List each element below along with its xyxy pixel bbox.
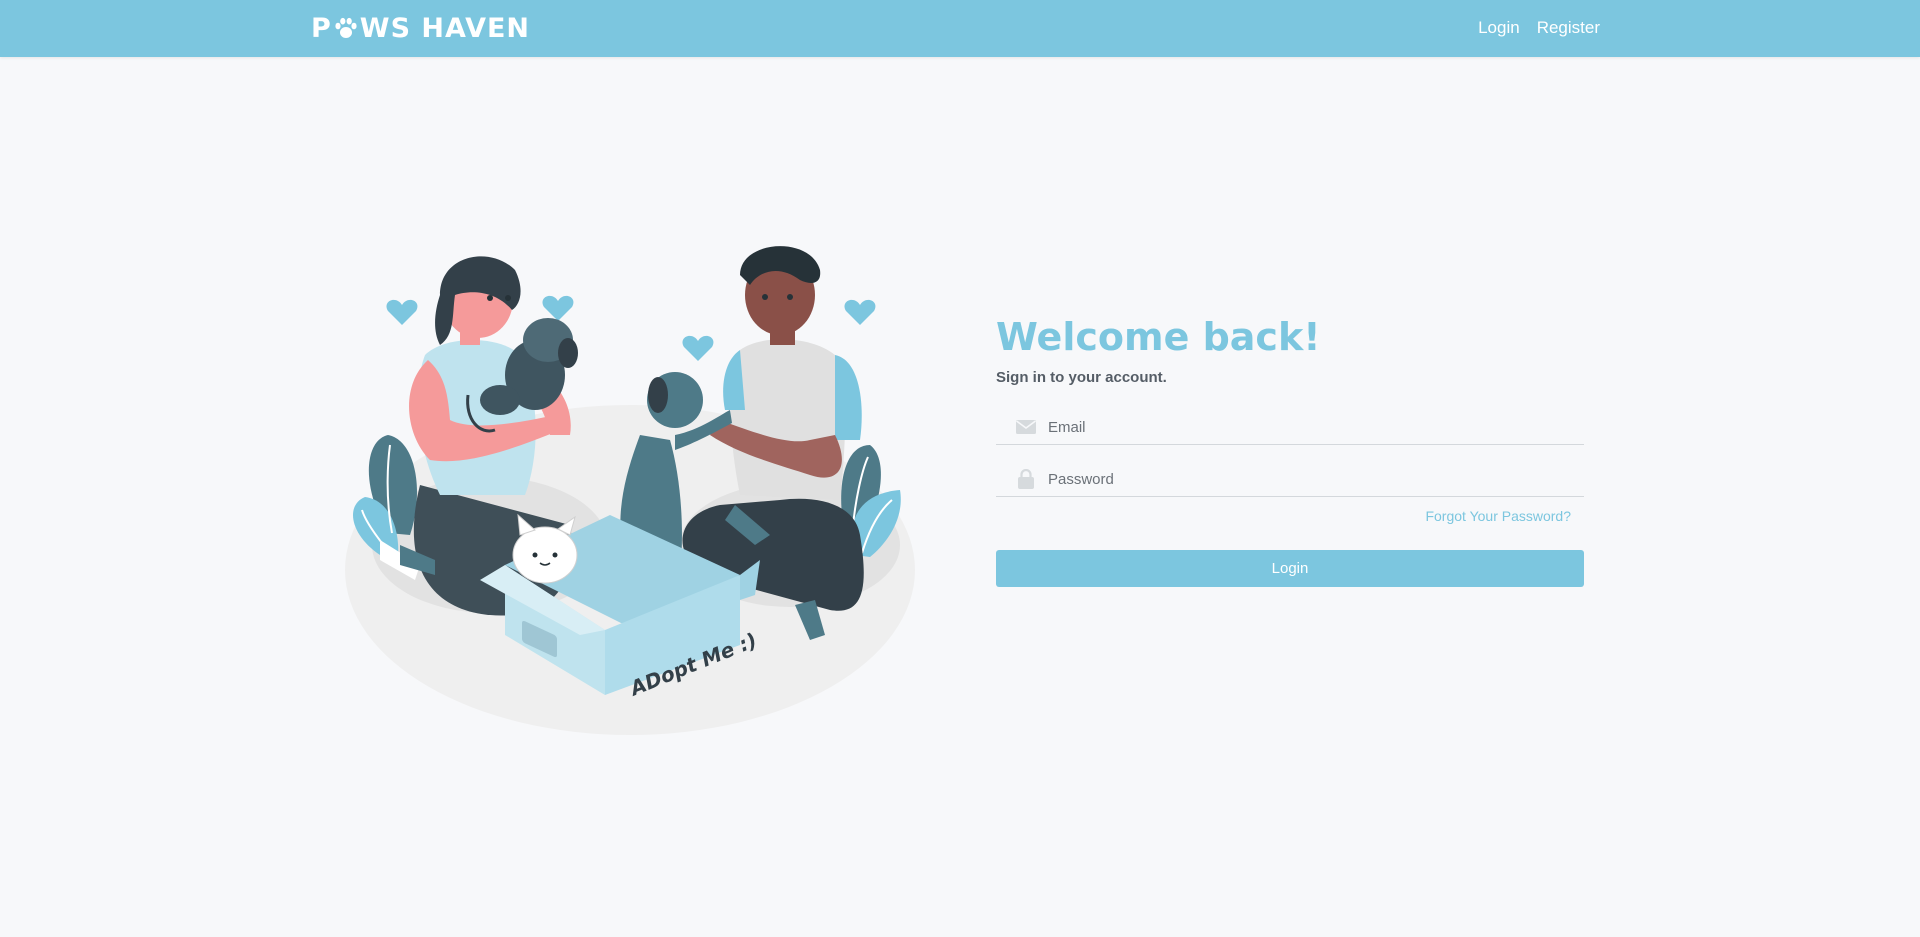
paw-icon [333, 15, 359, 41]
email-input[interactable] [1046, 417, 1570, 437]
top-navbar: P WS HAVEN Login Register [0, 0, 1920, 57]
adoption-illustration: ADopt Me :) [340, 235, 930, 745]
email-field [996, 410, 1584, 445]
forgot-password-link[interactable]: Forgot Your Password? [1425, 508, 1571, 524]
brand-text-left: P [311, 12, 332, 44]
envelope-icon [1016, 420, 1036, 434]
nav-register-link[interactable]: Register [1537, 18, 1600, 38]
nav-links: Login Register [1478, 18, 1600, 38]
brand-logo[interactable]: P WS HAVEN [311, 12, 531, 44]
login-panel: Welcome back! Sign in to your account. F… [996, 315, 1584, 587]
nav-login-link[interactable]: Login [1478, 18, 1520, 38]
password-input[interactable] [1046, 469, 1570, 489]
brand-text-right: WS HAVEN [359, 12, 531, 44]
page-subtitle: Sign in to your account. [996, 369, 1167, 386]
forgot-password-row: Forgot Your Password? [996, 508, 1584, 526]
login-button[interactable]: Login [996, 550, 1584, 587]
lock-icon [1016, 469, 1036, 489]
password-field [996, 462, 1584, 497]
page-title: Welcome back! [996, 315, 1321, 359]
